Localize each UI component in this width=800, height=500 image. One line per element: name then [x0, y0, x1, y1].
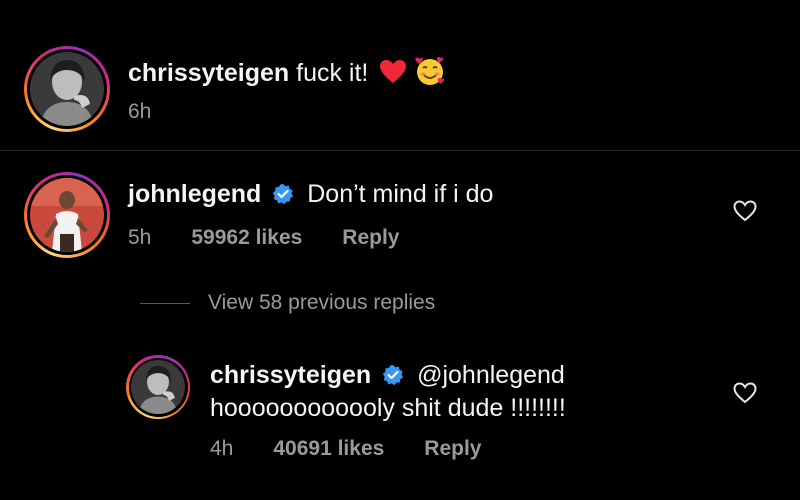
comment-reply-button[interactable]: Reply — [342, 226, 399, 250]
view-previous-replies[interactable]: View 58 previous replies — [140, 288, 435, 318]
comment-timestamp: 5h — [128, 226, 152, 249]
reply-username[interactable]: chrissyteigen — [210, 361, 371, 389]
avatar-photo-woman — [30, 52, 104, 126]
verified-badge-icon — [382, 365, 404, 386]
avatar-photo-woman — [131, 360, 185, 414]
comment-likes[interactable]: 59962 likes — [191, 226, 302, 250]
reply-reply-button[interactable]: Reply — [424, 437, 481, 461]
replies-divider — [140, 302, 190, 304]
reply-mention[interactable]: @johnlegend — [417, 361, 565, 389]
heart-outline-icon[interactable] — [733, 382, 757, 404]
heart-outline-icon[interactable] — [733, 200, 757, 222]
verified-badge-icon — [273, 184, 294, 205]
comment-username[interactable]: johnlegend — [128, 180, 261, 208]
comment-text: Don’t mind if i do — [307, 180, 494, 208]
post-timestamp: 6h — [128, 100, 152, 123]
reply-likes[interactable]: 40691 likes — [273, 437, 384, 461]
post-caption-text: fuck it! — [296, 59, 369, 87]
smiling-face-with-hearts-icon — [415, 56, 445, 85]
view-replies-label: View 58 previous replies — [208, 291, 436, 314]
avatar-chrissyteigen-reply[interactable] — [126, 355, 190, 419]
post-username[interactable]: chrissyteigen — [128, 59, 289, 87]
post-caption-block: chrissyteigen fuck it! 6h — [0, 0, 800, 151]
reply-text: hoooooooooooly shit dude !!!!!!!! — [210, 394, 566, 422]
reply-timestamp: 4h — [210, 437, 234, 460]
avatar-johnlegend[interactable] — [24, 172, 110, 258]
red-heart-icon — [380, 60, 407, 83]
avatar-photo-man — [30, 178, 104, 252]
avatar-chrissyteigen[interactable] — [24, 46, 110, 132]
